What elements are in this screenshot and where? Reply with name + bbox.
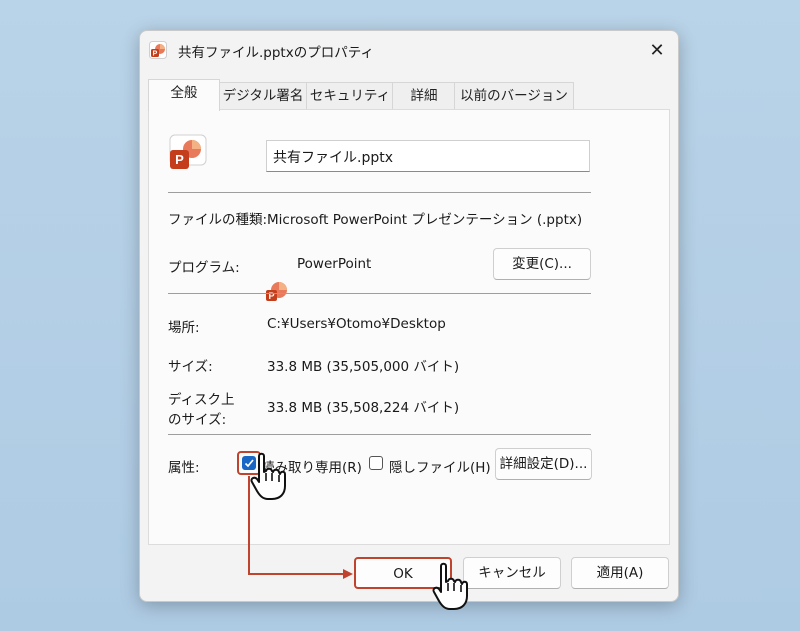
hand-pointer-icon	[432, 562, 468, 610]
hand-pointer-icon	[250, 452, 286, 500]
tab-general[interactable]: 全般	[148, 79, 220, 111]
annotation-arrow	[248, 476, 353, 579]
